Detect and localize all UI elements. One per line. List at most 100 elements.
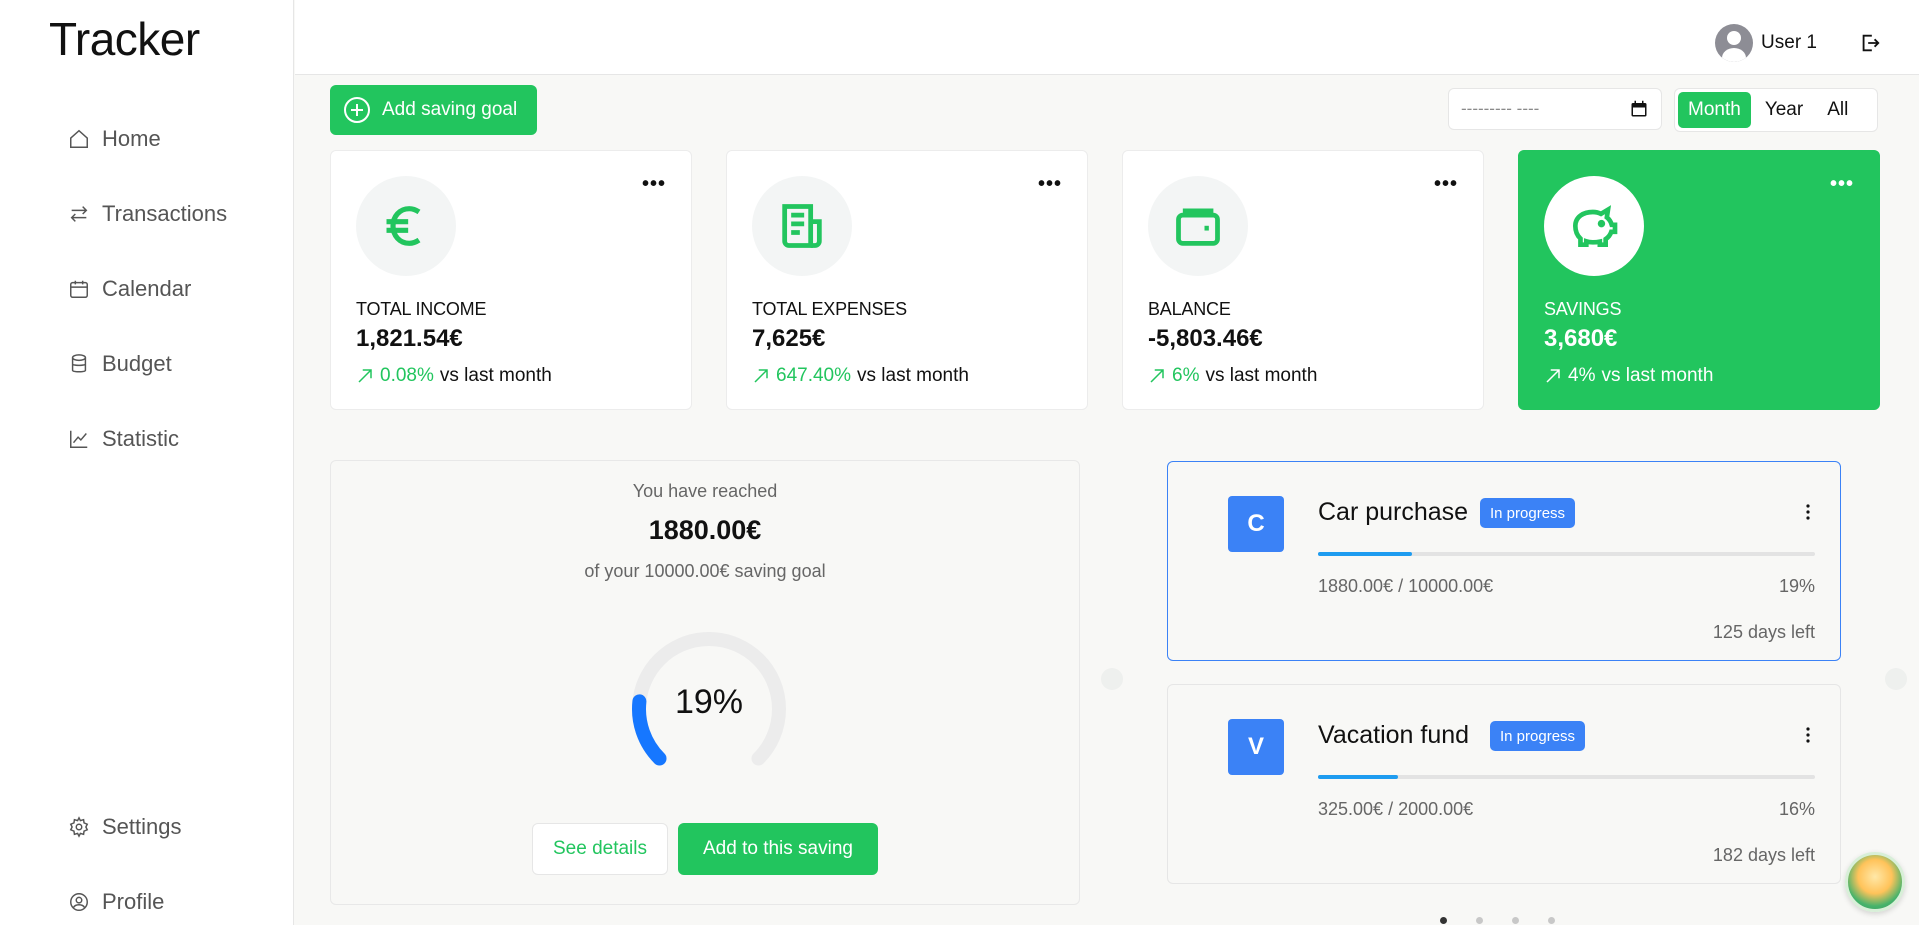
stat-label: TOTAL EXPENSES	[752, 299, 907, 319]
goal-amount: 1880.00€ / 10000.00€	[1318, 576, 1494, 596]
stat-label: SAVINGS	[1544, 299, 1622, 319]
trend-up-icon	[358, 369, 372, 383]
user-circle-icon	[70, 893, 88, 911]
stat-change-pct: 0.08%	[380, 365, 434, 386]
goal-name: Vacation fund	[1318, 721, 1470, 749]
reached-label: You have reached	[632, 481, 778, 501]
more-options-icon[interactable]: •••	[1434, 173, 1458, 196]
add-to-saving-button[interactable]: Add to this saving	[678, 823, 878, 875]
see-details-button[interactable]: See details	[532, 823, 668, 875]
database-icon	[71, 354, 87, 373]
stat-change: 4% vs last month	[1544, 365, 1713, 387]
carousel-dot[interactable]	[1440, 917, 1447, 924]
sidebar-item-label: Statistic	[102, 426, 180, 451]
period-all-button[interactable]: All	[1817, 92, 1858, 128]
month-picker-placeholder: --------- ----	[1461, 99, 1540, 118]
status-badge: In progress	[1480, 498, 1576, 528]
goal-subtitle: of your 10000.00€ saving goal	[584, 561, 826, 581]
plus-circle-icon	[344, 97, 370, 123]
user-name: User 1	[1761, 32, 1817, 53]
chart-line-icon	[70, 430, 88, 448]
gauge-percent: 19%	[674, 683, 744, 721]
carousel-next-arrow[interactable]	[1885, 668, 1907, 690]
sidebar-item-label: Home	[102, 126, 161, 151]
stat-change-pct: 4%	[1568, 365, 1596, 386]
goal-progress-card: You have reached 1880.00€ of your 10000.…	[330, 460, 1080, 905]
reached-amount: 1880.00€	[648, 515, 762, 545]
period-toggle: Month Year All	[1674, 88, 1878, 132]
goal-avatar: V	[1228, 719, 1284, 775]
add-saving-goal-label: Add saving goal	[382, 99, 518, 120]
carousel-prev-arrow[interactable]	[1101, 668, 1123, 690]
stat-change-suffix: vs last month	[439, 365, 552, 386]
calendar-icon[interactable]	[1630, 100, 1648, 118]
goal-progress-fill	[1318, 552, 1413, 556]
kebab-menu-icon[interactable]	[1806, 727, 1810, 743]
stat-change: 0.08% vs last month	[356, 365, 552, 387]
trend-up-icon	[1546, 369, 1560, 383]
top-bar: User 1	[295, 0, 1919, 75]
more-options-icon[interactable]: •••	[1038, 173, 1062, 196]
goal-card-vacation-fund[interactable]: V Vacation fund In progress 325.00€ / 20…	[1167, 684, 1841, 884]
stat-change-suffix: vs last month	[1601, 365, 1714, 386]
euro-icon	[386, 206, 421, 246]
stat-card-savings: ••• SAVINGS 3,680€ 4% vs last month	[1518, 150, 1880, 410]
goal-progress-bar	[1318, 552, 1815, 556]
stat-icon-wrap	[1148, 176, 1248, 276]
goal-progress-fill	[1318, 775, 1398, 779]
app-logo-text[interactable]: Tracker	[49, 12, 200, 66]
piggy-bank-icon	[1572, 205, 1618, 247]
stat-value: 1,821.54€	[356, 325, 463, 352]
logout-icon[interactable]	[1859, 32, 1881, 54]
gear-icon	[69, 816, 89, 838]
stat-change: 647.40% vs last month	[752, 365, 969, 387]
assistant-avatar-button[interactable]	[1845, 852, 1905, 912]
month-picker-input[interactable]: --------- ----	[1448, 88, 1662, 130]
stat-value: 3,680€	[1544, 325, 1618, 352]
stat-change-pct: 647.40%	[776, 365, 852, 386]
wallet-icon	[1176, 208, 1220, 246]
sidebar-item-calendar[interactable]: Calendar	[68, 276, 191, 302]
carousel-dot[interactable]	[1512, 917, 1519, 924]
stat-label: BALANCE	[1148, 299, 1231, 319]
stat-value: -5,803.46€	[1148, 325, 1263, 352]
goal-card-car-purchase[interactable]: C Car purchase In progress 1880.00€ / 10…	[1167, 461, 1841, 661]
avatar	[1715, 24, 1754, 62]
stat-card-total-expenses: ••• TOTAL EXPENSES 7,625€ 647.40% vs las…	[726, 150, 1088, 410]
sidebar-item-label: Settings	[102, 814, 182, 839]
stat-change: 6% vs last month	[1148, 365, 1317, 387]
stat-card-total-income: ••• TOTAL INCOME 1,821.54€ 0.08% vs last…	[330, 150, 692, 410]
stat-change-suffix: vs last month	[1205, 365, 1318, 386]
sidebar-item-label: Budget	[102, 351, 172, 376]
stat-label: TOTAL INCOME	[356, 299, 487, 319]
stat-value: 7,625€	[752, 325, 826, 352]
trend-up-icon	[754, 369, 768, 383]
sidebar-item-home[interactable]: Home	[68, 126, 161, 152]
sidebar-item-transactions[interactable]: Transactions	[68, 201, 227, 227]
goal-amount: 325.00€ / 2000.00€	[1318, 799, 1474, 819]
period-month-button[interactable]: Month	[1678, 92, 1751, 128]
goal-progress-bar	[1318, 775, 1815, 779]
goal-days-left: 125 days left	[1712, 622, 1815, 642]
add-saving-goal-button[interactable]: Add saving goal	[330, 85, 537, 135]
kebab-menu-icon[interactable]	[1806, 504, 1810, 520]
receipt-icon	[782, 204, 822, 248]
sidebar-item-statistic[interactable]: Statistic	[68, 426, 179, 452]
user-menu[interactable]: User 1	[1715, 24, 1817, 62]
sidebar-item-budget[interactable]: Budget	[68, 351, 172, 377]
sidebar: Tracker Home Transactions Calendar Budge…	[0, 0, 294, 925]
goal-percent: 19%	[1778, 576, 1815, 596]
carousel-dot[interactable]	[1548, 917, 1555, 924]
goal-avatar: C	[1228, 496, 1284, 552]
home-icon	[70, 129, 88, 148]
stat-icon-wrap	[356, 176, 456, 276]
more-options-icon[interactable]: •••	[642, 173, 666, 196]
more-options-icon[interactable]: •••	[1830, 173, 1854, 196]
sidebar-item-profile[interactable]: Profile	[68, 889, 164, 915]
sidebar-item-label: Calendar	[102, 276, 192, 301]
sidebar-item-settings[interactable]: Settings	[68, 814, 182, 840]
trend-up-icon	[1150, 369, 1164, 383]
period-year-button[interactable]: Year	[1755, 92, 1813, 128]
carousel-dot[interactable]	[1476, 917, 1483, 924]
stat-icon-wrap	[752, 176, 852, 276]
